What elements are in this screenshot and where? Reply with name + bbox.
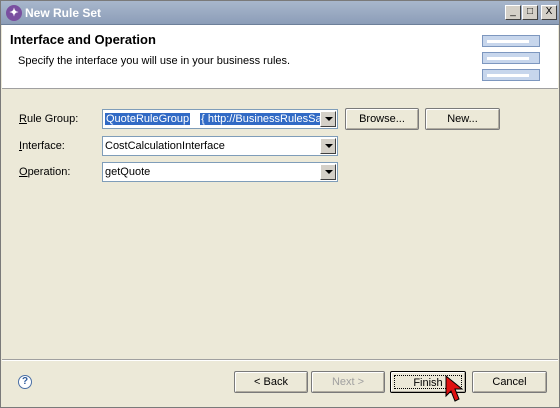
cancel-button[interactable]: Cancel bbox=[472, 371, 547, 393]
window-title: New Rule Set bbox=[25, 6, 102, 20]
banner-bar-icon bbox=[482, 35, 540, 47]
interface-combo[interactable]: CostCalculationInterface bbox=[102, 136, 338, 156]
mouse-pointer-icon bbox=[445, 374, 464, 402]
wizard-header: Interface and Operation Specify the inte… bbox=[2, 25, 558, 89]
rule-group-label: Rule Group: bbox=[19, 113, 79, 125]
rule-group-value: QuoteRuleGroup bbox=[105, 113, 191, 125]
browse-button[interactable]: Browse... bbox=[345, 108, 419, 130]
close-button[interactable]: X bbox=[541, 5, 557, 20]
operation-label: Operation: bbox=[19, 166, 71, 178]
back-button[interactable]: < Back bbox=[234, 371, 308, 393]
chevron-down-icon[interactable] bbox=[320, 164, 336, 180]
interface-value: CostCalculationInterface bbox=[105, 140, 225, 152]
page-title: Interface and Operation bbox=[10, 32, 156, 47]
help-icon[interactable]: ? bbox=[18, 375, 32, 389]
wizard-banner-icon bbox=[482, 33, 540, 83]
title-bar[interactable]: ✦ New Rule Set _ □ X bbox=[1, 1, 559, 25]
banner-bar-icon bbox=[482, 69, 540, 81]
interface-label: Interface: bbox=[19, 140, 65, 152]
chevron-down-icon[interactable] bbox=[320, 111, 336, 127]
banner-bar-icon bbox=[482, 52, 540, 64]
minimize-button[interactable]: _ bbox=[505, 5, 521, 20]
operation-value: getQuote bbox=[105, 166, 151, 178]
maximize-button[interactable]: □ bbox=[522, 5, 538, 20]
footer-separator bbox=[2, 359, 558, 361]
operation-combo[interactable]: getQuote bbox=[102, 162, 338, 182]
page-description: Specify the interface you will use in yo… bbox=[18, 55, 291, 67]
new-button[interactable]: New... bbox=[425, 108, 500, 130]
wizard-icon: ✦ bbox=[6, 5, 22, 21]
rule-group-namespace: { http://BusinessRulesSar bbox=[200, 113, 327, 125]
next-button[interactable]: Next > bbox=[311, 371, 385, 393]
new-rule-set-window: ✦ New Rule Set _ □ X Interface and Opera… bbox=[0, 0, 560, 408]
chevron-down-icon[interactable] bbox=[320, 138, 336, 154]
rule-group-combo[interactable]: QuoteRuleGroup { http://BusinessRulesSar bbox=[102, 109, 338, 129]
